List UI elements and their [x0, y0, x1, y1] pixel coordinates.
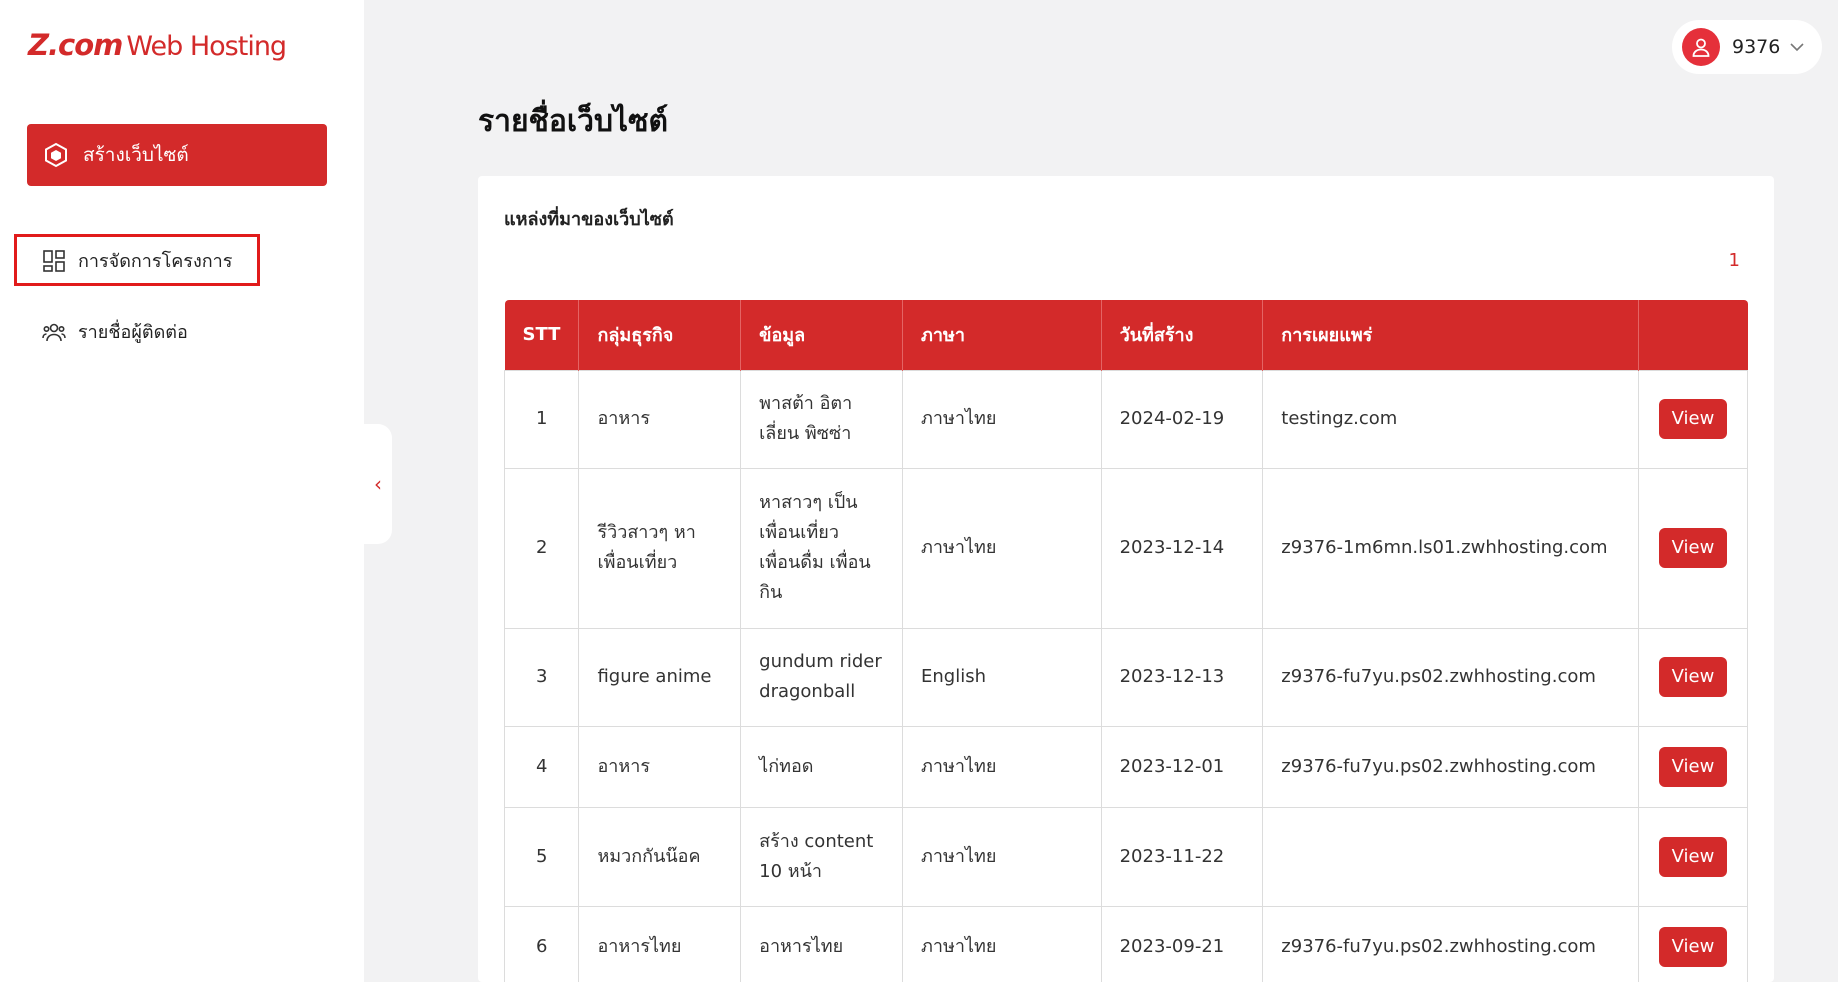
table-row: 4 อาหาร ไก่ทอด ภาษาไทย 2023-12-01 z9376-… — [503, 725, 1749, 808]
cell-group: อาหาร — [578, 369, 742, 469]
grid-icon — [42, 249, 66, 273]
cell-created: 2024-02-19 — [1100, 369, 1264, 469]
view-button[interactable]: View — [1658, 836, 1728, 877]
create-website-label: สร้างเว็บไซต์ — [83, 144, 189, 166]
column-header-info: ข้อมูล — [740, 300, 904, 370]
create-website-button[interactable]: สร้างเว็บไซต์ — [27, 124, 327, 186]
column-header-created: วันที่สร้าง — [1101, 300, 1264, 370]
sidebar-item-contacts[interactable]: รายชื่อผู้ติดต่อ — [42, 317, 188, 346]
cell-action: View — [1637, 905, 1749, 982]
logo[interactable]: Z.com Web Hosting — [28, 28, 287, 64]
sidebar-item-label: การจัดการโครงการ — [78, 251, 233, 272]
cell-info: หาสาวๆ เป็นเพื่อนเที่ยว เพื่อนดื่ม เพื่อ… — [740, 467, 904, 629]
cell-info: ไก่ทอด — [740, 725, 904, 808]
cell-language: ภาษาไทย — [902, 905, 1102, 982]
chevron-down-icon — [1790, 42, 1804, 52]
cell-created: 2023-11-22 — [1100, 806, 1264, 907]
column-header-group: กลุ่มธุรกิจ — [578, 300, 742, 370]
cell-group: หมวกกันน๊อค — [578, 806, 742, 907]
cell-stt: 4 — [503, 725, 580, 808]
cell-publish: testingz.com — [1262, 369, 1639, 469]
cell-publish — [1262, 806, 1639, 907]
table-row: 6 อาหารไทย อาหารไทย ภาษาไทย 2023-09-21 z… — [503, 905, 1749, 982]
cell-stt: 6 — [503, 905, 580, 982]
cell-action: View — [1637, 627, 1749, 727]
cell-group: figure anime — [578, 627, 742, 727]
cell-created: 2023-09-21 — [1100, 905, 1264, 982]
cell-publish: z9376-fu7yu.ps02.zwhhosting.com — [1262, 627, 1639, 727]
cell-language: ภาษาไทย — [902, 467, 1102, 629]
sidebar: Z.com Web Hosting สร้างเว็บไซต์ การจัดกา… — [0, 0, 364, 982]
websites-card: แหล่งที่มาของเว็บไซต์ 1 STT กลุ่มธุรกิจ … — [478, 176, 1774, 982]
cell-stt: 1 — [503, 369, 580, 469]
sidebar-item-projects[interactable]: การจัดการโครงการ — [42, 246, 232, 275]
cell-publish: z9376-fu7yu.ps02.zwhhosting.com — [1262, 905, 1639, 982]
cell-action: View — [1637, 467, 1749, 629]
user-icon — [1682, 28, 1720, 66]
cell-language: ภาษาไทย — [902, 369, 1102, 469]
cell-info: สร้าง content 10 หน้า — [740, 806, 904, 907]
cell-action: View — [1637, 725, 1749, 808]
cell-group: รีวิวสาวๆ หาเพื่อนเที่ยว — [578, 467, 742, 629]
column-header-language: ภาษา — [902, 300, 1102, 370]
chevron-left-icon: ‹ — [374, 472, 382, 496]
cell-created: 2023-12-01 — [1100, 725, 1264, 808]
card-title: แหล่งที่มาของเว็บไซต์ — [504, 209, 674, 230]
view-button[interactable]: View — [1658, 927, 1728, 967]
table-row: 3 figure anime gundum rider dragonball E… — [503, 627, 1749, 727]
cell-group: อาหาร — [578, 725, 742, 808]
view-button[interactable]: View — [1658, 399, 1728, 439]
cell-language: ภาษาไทย — [902, 806, 1102, 907]
cell-action: View — [1637, 806, 1749, 907]
cell-created: 2023-12-14 — [1100, 467, 1264, 629]
table-row: 1 อาหาร พาสต้า อิตาเลี่ยน พิซซ่า ภาษาไทย… — [503, 369, 1749, 469]
view-button[interactable]: View — [1658, 746, 1728, 787]
cell-info: พาสต้า อิตาเลี่ยน พิซซ่า — [740, 369, 904, 469]
view-button[interactable]: View — [1658, 657, 1728, 697]
column-header-action — [1638, 300, 1748, 370]
pagination-current-page[interactable]: 1 — [1729, 250, 1740, 271]
cell-publish: z9376-fu7yu.ps02.zwhhosting.com — [1262, 725, 1639, 808]
cell-created: 2023-12-13 — [1100, 627, 1264, 727]
sidebar-collapse-toggle[interactable]: ‹ — [364, 424, 392, 544]
cell-publish: z9376-1m6mn.ls01.zwhhosting.com — [1262, 467, 1639, 629]
cell-language: English — [902, 627, 1102, 727]
users-icon — [42, 320, 66, 344]
logo-text: Web Hosting — [126, 31, 287, 62]
table-row: 2 รีวิวสาวๆ หาเพื่อนเที่ยว หาสาวๆ เป็นเพ… — [503, 467, 1749, 629]
websites-table: STT กลุ่มธุรกิจ ข้อมูล ภาษา วันที่สร้าง … — [503, 300, 1749, 982]
cell-stt: 5 — [503, 806, 580, 907]
user-menu[interactable]: 9376 — [1672, 20, 1822, 74]
sidebar-item-label: รายชื่อผู้ติดต่อ — [78, 322, 188, 343]
cell-stt: 2 — [503, 467, 580, 629]
logo-z: Z.com — [28, 28, 123, 62]
cell-group: อาหารไทย — [578, 905, 742, 982]
cell-stt: 3 — [503, 627, 580, 727]
cell-action: View — [1637, 369, 1749, 469]
cell-info: gundum rider dragonball — [740, 627, 904, 727]
column-header-stt: STT — [504, 300, 580, 370]
hexagon-icon — [43, 142, 69, 168]
cell-language: ภาษาไทย — [902, 725, 1102, 808]
user-name: 9376 — [1732, 36, 1781, 58]
page-title: รายชื่อเว็บไซต์ — [478, 104, 668, 139]
table-header-row: STT กลุ่มธุรกิจ ข้อมูล ภาษา วันที่สร้าง … — [504, 300, 1748, 370]
column-header-publish: การเผยแพร่ — [1262, 300, 1639, 370]
view-button[interactable]: View — [1658, 528, 1728, 568]
table-row: 5 หมวกกันน๊อค สร้าง content 10 หน้า ภาษา… — [503, 806, 1749, 907]
cell-info: อาหารไทย — [740, 905, 904, 982]
